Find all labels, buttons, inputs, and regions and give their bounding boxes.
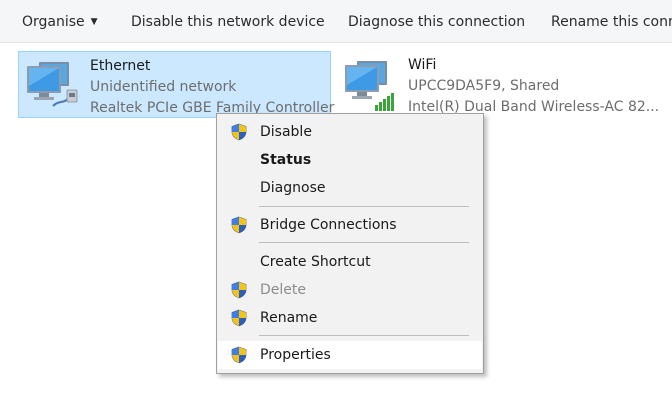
context-menu: Disable Status Diagnose Bridge Connectio… bbox=[216, 113, 484, 374]
menu-item-delete: Delete bbox=[218, 276, 482, 304]
menu-item-label: Rename bbox=[260, 310, 318, 326]
menu-item-create-shortcut[interactable]: Create Shortcut bbox=[218, 248, 482, 276]
menu-item-diagnose[interactable]: Diagnose bbox=[218, 174, 482, 202]
menu-separator bbox=[259, 206, 469, 207]
uac-shield-icon bbox=[230, 216, 248, 234]
adapter-status: UPCC9DA5F9, Shared bbox=[408, 78, 560, 94]
wifi-adapter-icon bbox=[341, 55, 399, 113]
uac-shield-icon bbox=[230, 309, 248, 327]
ethernet-adapter-icon bbox=[23, 56, 81, 114]
adapter-ethernet[interactable]: Ethernet Unidentified network Realtek PC… bbox=[18, 51, 334, 118]
menu-item-label: Diagnose bbox=[260, 180, 326, 196]
disable-device-button[interactable]: Disable this network device bbox=[131, 0, 325, 42]
chevron-down-icon: ▼ bbox=[90, 17, 98, 27]
organise-menu-button[interactable]: Organise ▼ bbox=[22, 0, 98, 42]
menu-item-status[interactable]: Status bbox=[218, 146, 482, 174]
menu-item-label: Delete bbox=[260, 282, 306, 298]
adapter-name: Ethernet bbox=[90, 58, 151, 74]
menu-item-properties[interactable]: Properties bbox=[218, 341, 482, 369]
adapter-wifi[interactable]: WiFi UPCC9DA5F9, Shared Intel(R) Dual Ba… bbox=[337, 51, 667, 118]
menu-separator bbox=[259, 335, 469, 336]
menu-item-bridge-connections[interactable]: Bridge Connections bbox=[218, 211, 482, 239]
diagnose-connection-button[interactable]: Diagnose this connection bbox=[348, 0, 525, 42]
menu-item-rename[interactable]: Rename bbox=[218, 304, 482, 332]
menu-item-label: Create Shortcut bbox=[260, 254, 371, 270]
menu-item-label: Properties bbox=[260, 347, 331, 363]
organise-label: Organise bbox=[22, 14, 85, 30]
adapter-status: Unidentified network bbox=[90, 79, 237, 95]
menu-item-label: Disable bbox=[260, 124, 312, 140]
menu-item-disable[interactable]: Disable bbox=[218, 118, 482, 146]
adapter-name: WiFi bbox=[408, 57, 437, 73]
rename-connection-button[interactable]: Rename this connection bbox=[551, 0, 672, 42]
uac-shield-icon bbox=[230, 346, 248, 364]
menu-item-label: Status bbox=[260, 152, 312, 168]
command-bar: Organise ▼ Disable this network device Di… bbox=[0, 0, 672, 43]
uac-shield-icon bbox=[230, 281, 248, 299]
uac-shield-icon bbox=[230, 123, 248, 141]
menu-separator bbox=[259, 242, 469, 243]
menu-item-label: Bridge Connections bbox=[260, 217, 397, 233]
